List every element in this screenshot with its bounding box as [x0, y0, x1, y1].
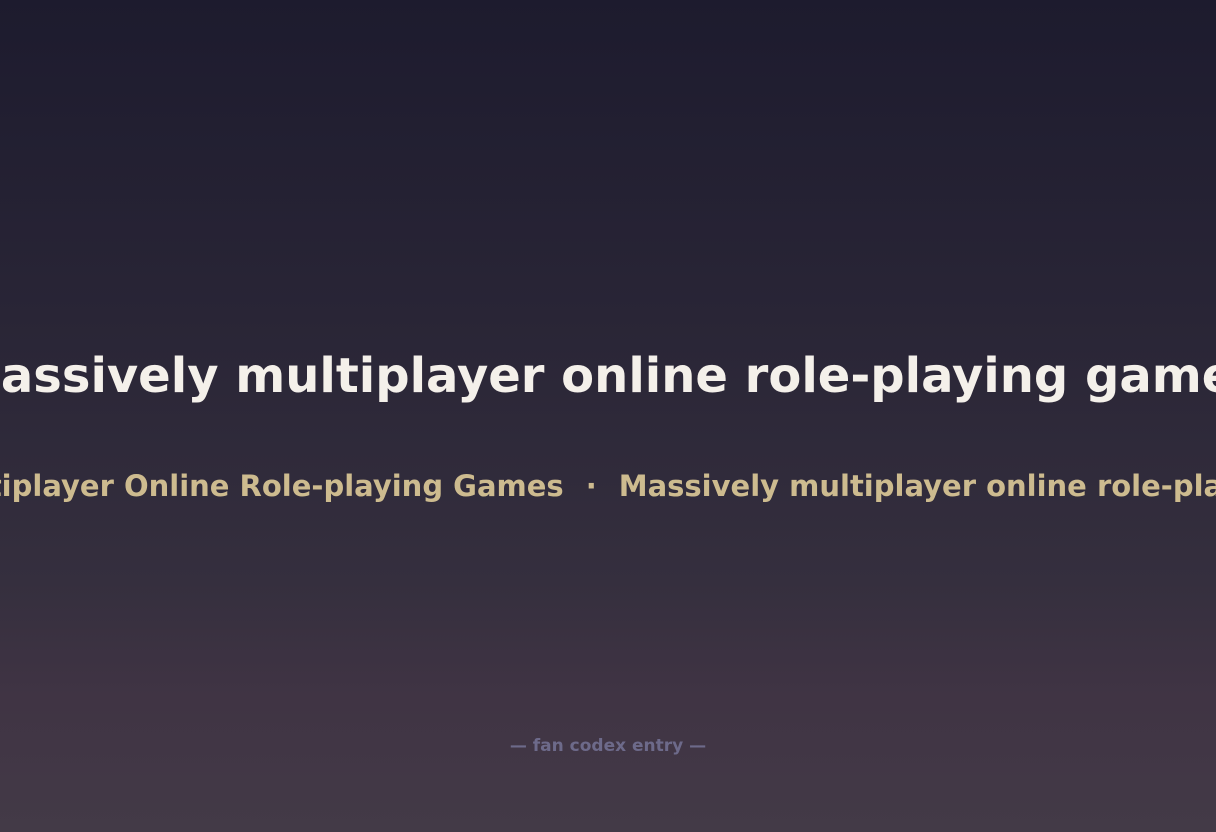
ticker-separator: ·	[585, 469, 597, 503]
ticker-track: Massively Multiplayer Online Role-playin…	[0, 466, 1216, 506]
page-stage: Massively multiplayer online role-playin…	[0, 0, 1216, 832]
hero-title-row: Massively multiplayer online role-playin…	[0, 344, 1216, 408]
hero-title: Massively multiplayer online role-playin…	[0, 348, 1216, 404]
subtitle-ticker: Massively Multiplayer Online Role-playin…	[0, 466, 1216, 506]
ticker-item-alt-name: Massively Multiplayer Online Role-playin…	[0, 469, 564, 503]
ticker-item-name: Massively multiplayer online role-playin…	[618, 469, 1216, 503]
footer-caption: — fan codex entry —	[509, 736, 707, 756]
